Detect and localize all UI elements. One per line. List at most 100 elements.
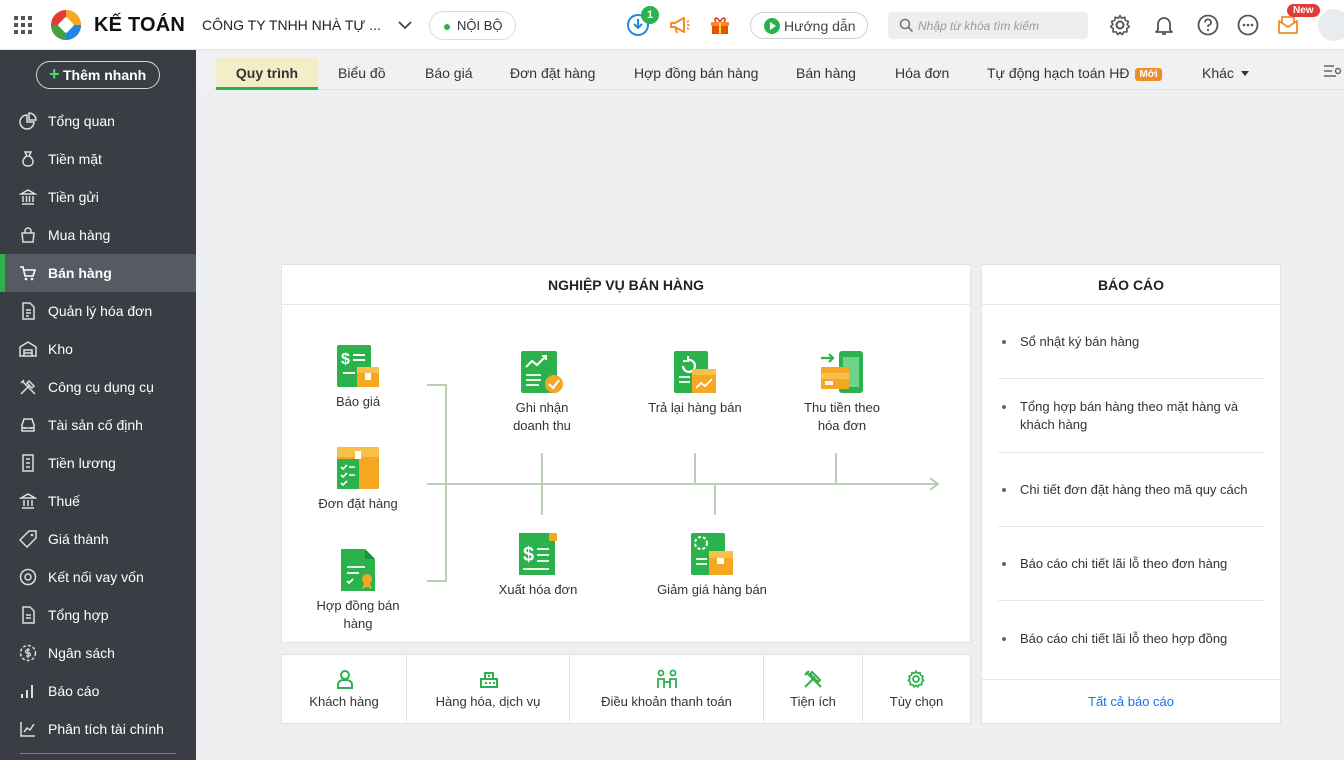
shortcut-payment-terms[interactable]: Điều khoản thanh toán	[570, 655, 764, 723]
sidebar-item-cong-cu-dung-cu[interactable]: Công cụ dụng cụ	[0, 368, 196, 406]
tab-bieu-do[interactable]: Biểu đồ	[338, 58, 385, 90]
budget-icon	[19, 644, 37, 662]
quote-icon: $	[337, 345, 379, 387]
shortcut-options-label: Tùy chọn	[889, 694, 944, 709]
shortcut-goods-services[interactable]: Hàng hóa, dịch vụ	[407, 655, 570, 723]
play-icon	[764, 18, 780, 34]
sidebar-item-mua-hang[interactable]: Mua hàng	[0, 216, 196, 254]
tab-hoa-don[interactable]: Hóa đơn	[895, 58, 949, 90]
app-grid-icon[interactable]	[13, 15, 33, 35]
quick-add-label: Thêm nhanh	[63, 67, 147, 83]
report-link[interactable]: Sổ nhật ký bán hàng	[998, 333, 1264, 351]
sidebar-item-tong-hop[interactable]: Tổng hợp	[0, 596, 196, 634]
process-quote[interactable]: $ Báo giá	[316, 343, 400, 411]
sidebar-item-bao-cao[interactable]: Báo cáo	[0, 672, 196, 710]
help-icon[interactable]	[1196, 13, 1220, 37]
tab-quy-trinh[interactable]: Quy trình	[216, 58, 318, 90]
sidebar-item-label: Mua hàng	[48, 227, 111, 243]
report-link[interactable]: Báo cáo chi tiết lãi lỗ theo hợp đồng	[998, 630, 1264, 648]
sales-discount-icon	[691, 533, 733, 575]
brand-logo-icon[interactable]	[50, 9, 82, 41]
tab-label: Tự động hạch toán HĐ	[987, 65, 1130, 81]
sidebar-item-ket-noi-vay-von[interactable]: Kết nối vay vốn	[0, 558, 196, 596]
status-dot-icon	[444, 24, 450, 30]
sidebar-item-label: Giá thành	[48, 531, 109, 547]
revenue-icon	[521, 351, 563, 393]
report-divider	[998, 526, 1264, 527]
process-contract-label-1: Hợp đồng bán	[316, 598, 400, 613]
process-order[interactable]: Đơn đặt hàng	[308, 445, 408, 513]
quick-add-button[interactable]: + Thêm nhanh	[36, 61, 160, 89]
sidebar-item-thue[interactable]: Thuế	[0, 482, 196, 520]
tab-tu-dong-hach-toan[interactable]: Tự động hạch toán HĐ Mới	[987, 58, 1162, 90]
guide-label: Hướng dẫn	[784, 18, 856, 34]
more-icon[interactable]	[1236, 13, 1260, 37]
process-contract[interactable]: Hợp đồng bán hàng	[308, 547, 408, 633]
settings-gear-icon	[907, 670, 925, 688]
sidebar: + Thêm nhanh Tổng quan Tiền mặt Tiền gửi …	[0, 50, 196, 760]
sidebar-item-tien-gui[interactable]: Tiền gửi	[0, 178, 196, 216]
sidebar-item-gia-thanh[interactable]: Giá thành	[0, 520, 196, 558]
process-revenue[interactable]: Ghi nhận doanh thu	[492, 349, 592, 435]
column-settings-icon[interactable]	[1324, 63, 1342, 79]
shortcut-utilities-label: Tiện ích	[790, 694, 836, 709]
new-badge: Mới	[1135, 68, 1162, 81]
top-bar: KẾ TOÁN CÔNG TY TNHH NHÀ TỰ ... NỘI BỘ 1…	[0, 0, 1344, 50]
process-collect-label-2: hóa đơn	[817, 418, 867, 433]
sidebar-item-kho[interactable]: Kho	[0, 330, 196, 368]
search-box[interactable]	[888, 12, 1088, 39]
sidebar-item-ngan-sach[interactable]: Ngân sách	[0, 634, 196, 672]
process-return-label[interactable]: Trả lại hàng bán	[648, 400, 741, 415]
process-collect[interactable]: Thu tiền theo hóa đơn	[792, 349, 892, 435]
sidebar-item-tien-mat[interactable]: Tiền mặt	[0, 140, 196, 178]
avatar[interactable]	[1318, 9, 1344, 41]
sidebar-item-quan-ly-hoa-don[interactable]: Quản lý hóa đơn	[0, 292, 196, 330]
sidebar-item-label: Kết nối vay vốn	[48, 569, 144, 585]
gear-icon[interactable]	[1108, 13, 1132, 37]
guide-button[interactable]: Hướng dẫn	[750, 12, 868, 39]
reports-panel: BÁO CÁO Sổ nhật ký bán hàng Tổng hợp bán…	[981, 264, 1281, 724]
process-revenue-label-2: doanh thu	[513, 418, 571, 433]
company-name[interactable]: CÔNG TY TNHH NHÀ TỰ ...	[202, 17, 387, 33]
megaphone-icon[interactable]	[668, 13, 692, 37]
customer-icon	[337, 670, 353, 689]
scope-selector[interactable]: NỘI BỘ	[429, 11, 516, 40]
tax-icon	[19, 493, 37, 509]
sidebar-item-label: Tài sản cố định	[48, 417, 143, 433]
caret-down-icon	[1240, 71, 1249, 76]
report-link[interactable]: Tổng hợp bán hàng theo mặt hàng và khách…	[998, 398, 1264, 434]
all-reports-link[interactable]: Tất cả báo cáo	[982, 679, 1280, 723]
shortcut-goods-label: Hàng hóa, dịch vụ	[435, 694, 541, 709]
tab-ban-hang[interactable]: Bán hàng	[796, 58, 856, 90]
chevron-down-icon[interactable]	[397, 17, 413, 33]
shortcut-utilities[interactable]: Tiện ích	[764, 655, 863, 723]
sidebar-item-ban-hang[interactable]: Bán hàng	[0, 254, 196, 292]
sidebar-item-phan-tich-tai-chinh[interactable]: Phân tích tài chính	[0, 710, 196, 748]
sidebar-item-tong-quan[interactable]: Tổng quan	[0, 102, 196, 140]
process-issue-invoice[interactable]: $ Xuất hóa đơn	[488, 531, 588, 599]
sidebar-item-tien-luong[interactable]: Tiền lương	[0, 444, 196, 482]
shortcut-customers-label: Khách hàng	[309, 694, 379, 709]
money-bag-icon	[22, 151, 34, 167]
shopping-bag-icon	[21, 227, 35, 243]
process-return[interactable]: Trả lại hàng bán	[638, 349, 752, 417]
process-discount[interactable]: Giảm giá hàng bán	[648, 531, 776, 599]
report-link[interactable]: Báo cáo chi tiết lãi lỗ theo đơn hàng	[998, 555, 1264, 573]
tab-don-dat-hang[interactable]: Đơn đặt hàng	[510, 58, 595, 90]
tab-bao-gia[interactable]: Báo giá	[425, 58, 472, 90]
svg-text:$: $	[341, 351, 350, 368]
tab-hop-dong-ban-hang[interactable]: Hợp đồng bán hàng	[634, 58, 758, 90]
report-link[interactable]: Chi tiết đơn đặt hàng theo mã quy cách	[998, 481, 1264, 499]
search-input[interactable]	[918, 12, 1083, 39]
process-contract-label-2: hàng	[343, 616, 373, 631]
gift-icon[interactable]	[708, 13, 732, 37]
shortcut-customers[interactable]: Khách hàng	[282, 655, 407, 723]
car-icon	[21, 418, 35, 432]
tab-khac[interactable]: Khác	[1202, 58, 1249, 90]
bell-icon[interactable]	[1152, 13, 1176, 37]
shortcut-options[interactable]: Tùy chọn	[863, 655, 970, 723]
tools-icon	[20, 379, 36, 395]
process-revenue-label-1: Ghi nhận	[515, 400, 569, 415]
sidebar-item-label: Tổng quan	[48, 113, 115, 129]
sidebar-item-tai-san-co-dinh[interactable]: Tài sản cố định	[0, 406, 196, 444]
